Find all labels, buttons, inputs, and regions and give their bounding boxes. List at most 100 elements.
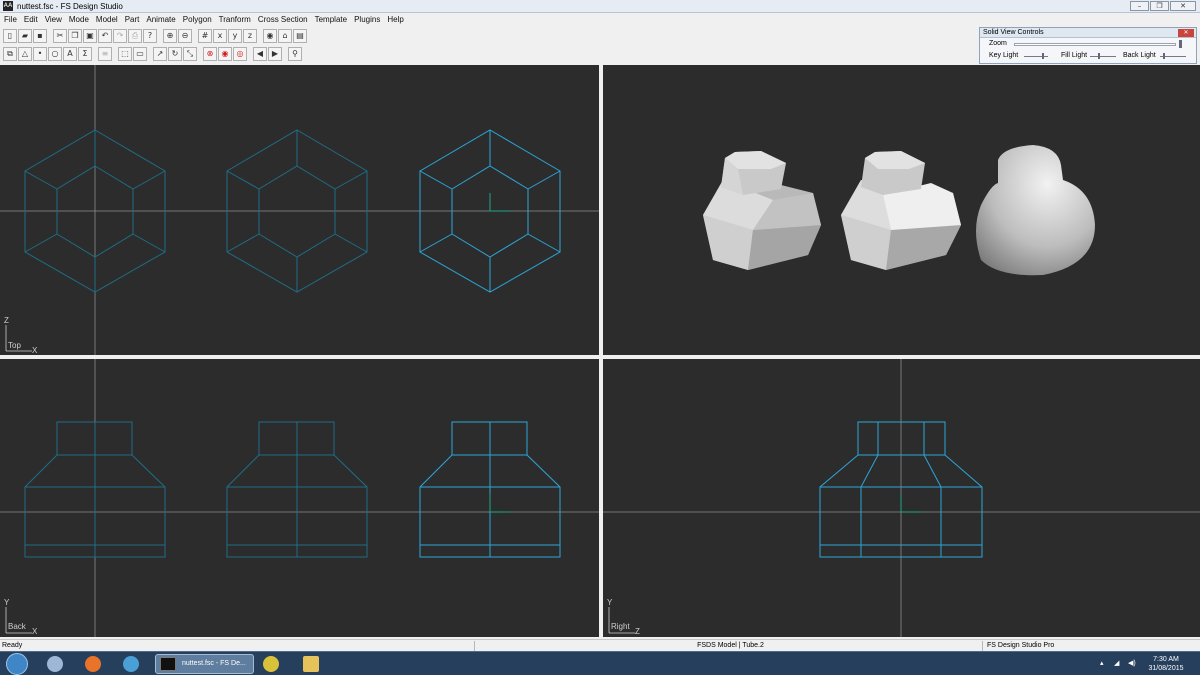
clock[interactable]: 7:30 AM 31/08/2015: [1147, 655, 1185, 673]
save-icon[interactable]: ▪: [33, 29, 47, 43]
menu-template[interactable]: Template: [315, 15, 347, 24]
back-viewport-label: Back: [8, 622, 26, 631]
taskbar-app-search[interactable]: [116, 654, 146, 674]
lathe-icon[interactable]: Σ: [78, 47, 92, 61]
menu-file[interactable]: File: [4, 15, 17, 24]
stop-icon[interactable]: ◎: [233, 47, 247, 61]
menu-help[interactable]: Help: [387, 15, 403, 24]
status-product: FS Design Studio Pro: [982, 641, 1200, 651]
solid-view-controls-title: Solid View Controls: [983, 29, 1044, 36]
clock-date: 31/08/2015: [1148, 665, 1184, 672]
perspective-viewport[interactable]: [603, 65, 1200, 355]
nut-wireframe-back-2[interactable]: [226, 421, 368, 558]
taskbar-firefox[interactable]: [78, 654, 108, 674]
triangle-icon[interactable]: △: [18, 47, 32, 61]
back-light-thumb[interactable]: [1163, 53, 1165, 59]
menu-bar: File Edit View Mode Model Part Animate P…: [0, 13, 1200, 26]
volume-icon[interactable]: ◀): [1128, 659, 1136, 667]
snap-x-icon[interactable]: x: [213, 29, 227, 43]
menu-view[interactable]: View: [45, 15, 62, 24]
rotate-icon[interactable]: ↻: [168, 47, 182, 61]
paste-icon[interactable]: ▣: [83, 29, 97, 43]
delete-icon[interactable]: ⊗: [203, 47, 217, 61]
lock-icon[interactable]: ⌂: [278, 29, 292, 43]
clock-time: 7:30 AM: [1153, 656, 1179, 663]
menu-polygon[interactable]: Polygon: [183, 15, 212, 24]
ruler-icon[interactable]: ▭: [133, 47, 147, 61]
tray-arrow-icon[interactable]: ▴: [1100, 659, 1104, 667]
redo-icon[interactable]: ↷: [113, 29, 127, 43]
pivot-gizmo-back[interactable]: [489, 494, 510, 513]
snap-z-icon[interactable]: z: [243, 29, 257, 43]
select-part-icon[interactable]: ⧉: [3, 47, 17, 61]
fill-light-label: Fill Light: [1061, 52, 1088, 59]
right-viewport[interactable]: Y Right Z: [603, 359, 1200, 637]
print-icon[interactable]: ⎙: [128, 29, 142, 43]
menu-cross-section[interactable]: Cross Section: [258, 15, 308, 24]
snap-y-icon[interactable]: y: [228, 29, 242, 43]
viewport-area: Z Top X Y Back X Y Right Z: [0, 64, 1200, 638]
circle-icon[interactable]: ○: [48, 47, 62, 61]
grid-icon[interactable]: #: [198, 29, 212, 43]
back-viewport[interactable]: Y Back X: [0, 359, 599, 637]
solid-nut-1[interactable]: [703, 151, 821, 270]
align-icon[interactable]: ≡: [98, 47, 112, 61]
menu-mode[interactable]: Mode: [69, 15, 89, 24]
new-file-icon[interactable]: ▯: [3, 29, 17, 43]
zoom-slider-thumb[interactable]: [1179, 40, 1182, 48]
solid-nut-2[interactable]: [841, 151, 961, 270]
menu-part[interactable]: Part: [125, 15, 140, 24]
back-viewport-canvas: [0, 359, 599, 637]
cut-icon[interactable]: ✂: [53, 29, 67, 43]
pivot-gizmo-top[interactable]: [489, 193, 510, 212]
zoom-slider[interactable]: [1014, 43, 1176, 46]
text-icon[interactable]: A: [63, 47, 77, 61]
taskbar-explorer[interactable]: [296, 654, 326, 674]
point-icon[interactable]: •: [33, 47, 47, 61]
zoom-in-icon[interactable]: ⊕: [163, 29, 177, 43]
menu-edit[interactable]: Edit: [24, 15, 38, 24]
network-icon[interactable]: ◢: [1114, 659, 1119, 667]
taskbar-fsds-window[interactable]: nuttest.fsc - FS De...: [155, 654, 254, 674]
bee-app-icon: [263, 656, 279, 672]
taskbar-app-tools[interactable]: [40, 654, 70, 674]
next-icon[interactable]: ▶: [268, 47, 282, 61]
minimize-button[interactable]: –: [1130, 1, 1149, 11]
record-icon[interactable]: ◉: [218, 47, 232, 61]
binoculars-icon[interactable]: ⚲: [288, 47, 302, 61]
fill-light-slider[interactable]: [1090, 56, 1116, 57]
open-folder-icon[interactable]: ▰: [18, 29, 32, 43]
move-icon[interactable]: ↗: [153, 47, 167, 61]
menu-plugins[interactable]: Plugins: [354, 15, 380, 24]
restore-button[interactable]: ❐: [1150, 1, 1169, 11]
texture-icon[interactable]: ▤: [293, 29, 307, 43]
copy-icon[interactable]: ❐: [68, 29, 82, 43]
top-viewport[interactable]: Z Top X: [0, 65, 599, 355]
menu-animate[interactable]: Animate: [146, 15, 175, 24]
close-button[interactable]: ✕: [1170, 1, 1196, 11]
zoom-out-icon[interactable]: ⊖: [178, 29, 192, 43]
nut-wireframe-back-1[interactable]: [24, 421, 166, 558]
window-title: nuttest.fsc - FS Design Studio: [17, 1, 123, 11]
marquee-select-icon[interactable]: ⬚: [118, 47, 132, 61]
pivot-gizmo-right[interactable]: [900, 494, 921, 513]
back-v-axis-label: Y: [4, 598, 10, 607]
fill-light-thumb[interactable]: [1098, 53, 1100, 59]
undo-icon[interactable]: ↶: [98, 29, 112, 43]
solid-nut-3-smooth[interactable]: [976, 145, 1095, 276]
firefox-icon: [85, 656, 101, 672]
taskbar-app-bee[interactable]: [256, 654, 286, 674]
eye-icon[interactable]: ◉: [263, 29, 277, 43]
back-light-label: Back Light: [1123, 52, 1156, 59]
scale-icon[interactable]: ⤡: [183, 47, 197, 61]
tools-toolbar: ⧉ △ • ○ A Σ ≡ ⬚ ▭ ↗ ↻ ⤡ ⊗ ◉ ◎ ◀ ▶ ⚲: [3, 46, 302, 62]
nut-wireframe-back-3-selected[interactable]: [419, 421, 561, 558]
menu-model[interactable]: Model: [96, 15, 118, 24]
key-light-thumb[interactable]: [1042, 53, 1044, 59]
help-icon[interactable]: ?: [143, 29, 157, 43]
menu-tranform[interactable]: Tranform: [219, 15, 251, 24]
panel-close-icon[interactable]: ✕: [1178, 29, 1194, 37]
previous-icon[interactable]: ◀: [253, 47, 267, 61]
key-light-slider[interactable]: [1024, 56, 1048, 57]
start-button-icon[interactable]: [6, 653, 28, 675]
